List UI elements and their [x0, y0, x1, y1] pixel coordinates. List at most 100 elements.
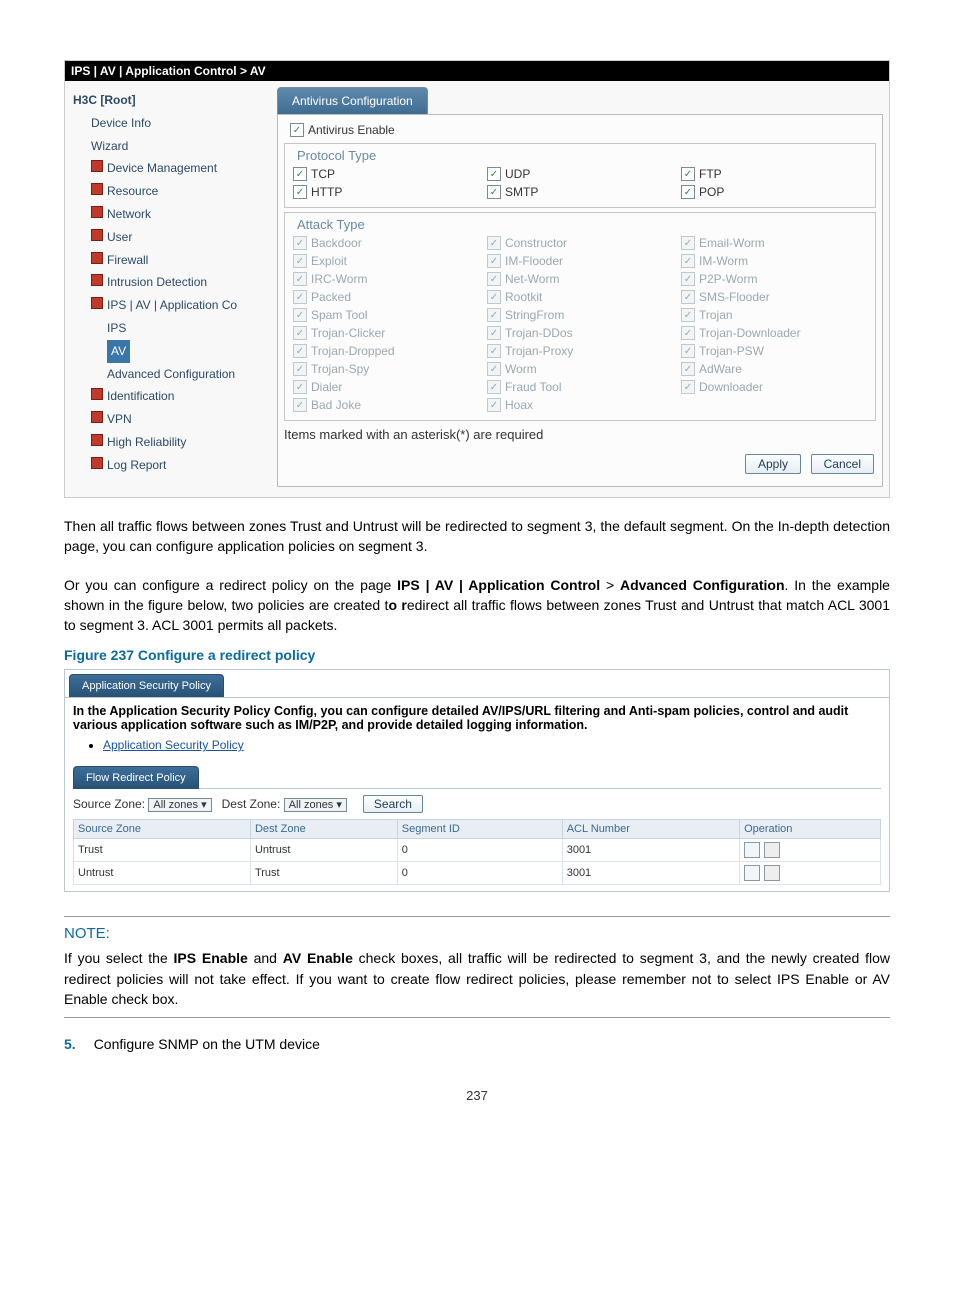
protocol-label: TCP — [311, 167, 335, 181]
attack-checkbox[interactable]: IM-Worm — [681, 254, 867, 268]
table-cell: Untrust — [250, 839, 397, 862]
check-icon — [487, 326, 501, 340]
check-icon — [293, 272, 307, 286]
tree-item[interactable]: AV — [73, 340, 273, 363]
protocol-label: UDP — [505, 167, 530, 181]
attack-checkbox[interactable]: Packed — [293, 290, 479, 304]
protocol-checkbox[interactable]: HTTP — [293, 185, 479, 199]
attack-checkbox[interactable]: Trojan-PSW — [681, 344, 867, 358]
tree-item-label: User — [107, 230, 132, 244]
tree-item-label: Device Info — [91, 116, 151, 130]
attack-checkbox[interactable]: AdWare — [681, 362, 867, 376]
tree-item-label: VPN — [107, 412, 132, 426]
attack-checkbox[interactable]: Hoax — [487, 398, 673, 412]
protocol-checkbox[interactable]: FTP — [681, 167, 867, 181]
attack-checkbox[interactable]: Spam Tool — [293, 308, 479, 322]
attack-label: Packed — [311, 290, 351, 304]
check-icon — [681, 380, 695, 394]
attack-checkbox[interactable]: Trojan — [681, 308, 867, 322]
attack-label: Trojan-DDos — [505, 326, 573, 340]
apply-button[interactable]: Apply — [745, 454, 801, 474]
attack-checkbox[interactable]: Constructor — [487, 236, 673, 250]
folder-icon — [91, 229, 103, 241]
attack-checkbox[interactable]: Bad Joke — [293, 398, 479, 412]
attack-checkbox[interactable]: Trojan-Downloader — [681, 326, 867, 340]
tree-item[interactable]: IPS — [73, 317, 273, 340]
delete-icon[interactable] — [764, 865, 780, 881]
attack-checkbox[interactable]: StringFrom — [487, 308, 673, 322]
check-icon — [487, 185, 501, 199]
protocol-checkbox[interactable]: POP — [681, 185, 867, 199]
tree-item[interactable]: Firewall — [73, 249, 273, 272]
tree-item[interactable]: IPS | AV | Application Co — [73, 294, 273, 317]
attack-checkbox[interactable]: Exploit — [293, 254, 479, 268]
column-header: ACL Number — [562, 820, 739, 839]
tree-item-label: Firewall — [107, 253, 148, 267]
check-icon — [293, 185, 307, 199]
edit-icon[interactable] — [744, 842, 760, 858]
attack-checkbox[interactable]: Worm — [487, 362, 673, 376]
attack-checkbox[interactable]: Rootkit — [487, 290, 673, 304]
check-icon — [681, 236, 695, 250]
protocol-checkbox[interactable]: SMTP — [487, 185, 673, 199]
attack-label: P2P-Worm — [699, 272, 757, 286]
protocol-label: HTTP — [311, 185, 342, 199]
tree-item[interactable]: User — [73, 226, 273, 249]
tree-item[interactable]: Advanced Configuration — [73, 363, 273, 386]
attack-checkbox[interactable]: Downloader — [681, 380, 867, 394]
check-icon — [290, 123, 304, 137]
attack-checkbox[interactable]: SMS-Flooder — [681, 290, 867, 304]
app-security-policy-link[interactable]: Application Security Policy — [103, 738, 244, 752]
source-zone-label: Source Zone: — [73, 797, 145, 811]
tree-item-label: Device Management — [107, 161, 217, 175]
tree-item[interactable]: Device Info — [73, 112, 273, 135]
attack-checkbox[interactable]: Fraud Tool — [487, 380, 673, 394]
tree-item[interactable]: Intrusion Detection — [73, 271, 273, 294]
attack-label: IM-Worm — [699, 254, 748, 268]
tree-item-label: High Reliability — [107, 435, 186, 449]
attack-checkbox[interactable]: Backdoor — [293, 236, 479, 250]
check-icon — [293, 344, 307, 358]
attack-checkbox[interactable]: Email-Worm — [681, 236, 867, 250]
delete-icon[interactable] — [764, 842, 780, 858]
protocol-checkbox[interactable]: UDP — [487, 167, 673, 181]
attack-checkbox[interactable]: Trojan-DDos — [487, 326, 673, 340]
tree-item[interactable]: Wizard — [73, 135, 273, 158]
tree-item[interactable]: High Reliability — [73, 431, 273, 454]
attack-checkbox[interactable]: Trojan-Dropped — [293, 344, 479, 358]
tree-item[interactable]: Resource — [73, 180, 273, 203]
dest-zone-select[interactable]: All zones ▾ — [284, 798, 347, 812]
tree-item[interactable]: Identification — [73, 385, 273, 408]
attack-checkbox[interactable]: Net-Worm — [487, 272, 673, 286]
edit-icon[interactable] — [744, 865, 760, 881]
attack-label: Trojan — [699, 308, 733, 322]
attack-checkbox[interactable]: Trojan-Spy — [293, 362, 479, 376]
check-icon — [293, 398, 307, 412]
tab-app-security-policy[interactable]: Application Security Policy — [69, 674, 224, 697]
attack-checkbox[interactable]: P2P-Worm — [681, 272, 867, 286]
step-5: 5. Configure SNMP on the UTM device — [64, 1036, 890, 1052]
tree-item[interactable]: Log Report — [73, 454, 273, 477]
tree-root[interactable]: H3C [Root] — [73, 89, 273, 112]
protocol-label: POP — [699, 185, 724, 199]
tab-flow-redirect-policy[interactable]: Flow Redirect Policy — [73, 766, 199, 789]
attack-checkbox[interactable]: IM-Flooder — [487, 254, 673, 268]
attack-checkbox[interactable]: Dialer — [293, 380, 479, 394]
folder-icon — [91, 183, 103, 195]
tab-antivirus-config[interactable]: Antivirus Configuration — [277, 87, 428, 114]
tree-item[interactable]: VPN — [73, 408, 273, 431]
attack-checkbox[interactable]: Trojan-Proxy — [487, 344, 673, 358]
search-button[interactable]: Search — [363, 795, 423, 813]
attack-checkbox[interactable]: IRC-Worm — [293, 272, 479, 286]
protocol-checkbox[interactable]: TCP — [293, 167, 479, 181]
attack-label: Net-Worm — [505, 272, 559, 286]
tree-item[interactable]: Device Management — [73, 157, 273, 180]
source-zone-select[interactable]: All zones ▾ — [148, 798, 211, 812]
cancel-button[interactable]: Cancel — [811, 454, 874, 474]
step-text: Configure SNMP on the UTM device — [94, 1036, 320, 1052]
tree-item-label: IPS — [107, 321, 126, 335]
tree-item[interactable]: Network — [73, 203, 273, 226]
attack-checkbox[interactable]: Trojan-Clicker — [293, 326, 479, 340]
attack-label: Hoax — [505, 398, 533, 412]
antivirus-enable-checkbox[interactable]: Antivirus Enable — [290, 123, 870, 137]
